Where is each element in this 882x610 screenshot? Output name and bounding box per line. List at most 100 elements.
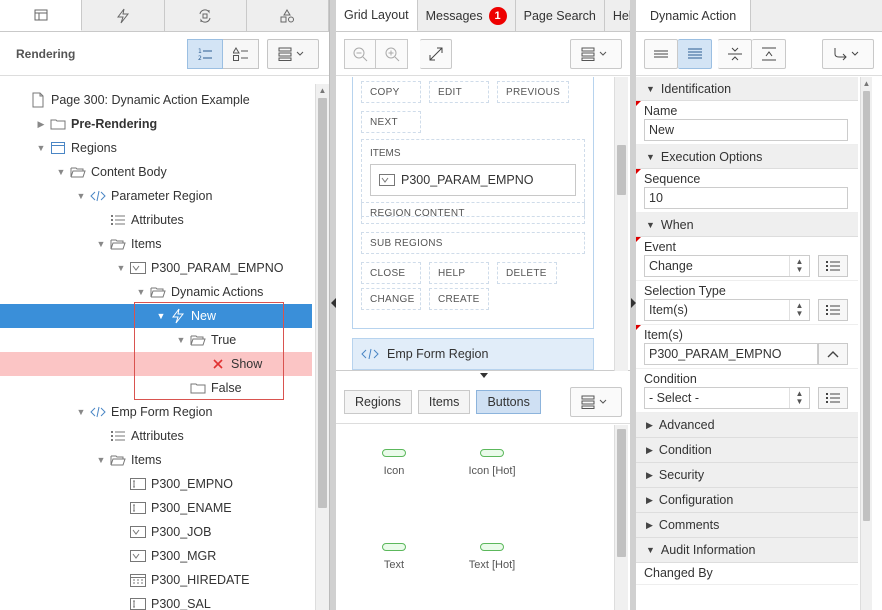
tree-node[interactable]: P300_EMPNO [0, 472, 312, 496]
tree-node[interactable]: P300_JOB [0, 520, 312, 544]
processing-tab[interactable] [165, 0, 247, 31]
grid-layout-canvas[interactable]: COPY EDIT PREVIOUS NEXT ITEMS P300_PARAM… [336, 77, 630, 371]
tree-node[interactable]: P300_SAL [0, 592, 312, 610]
scroll-thumb[interactable] [617, 429, 626, 557]
tree-node[interactable]: Attributes [0, 424, 312, 448]
position-close[interactable]: CLOSE [361, 262, 421, 284]
expand-button[interactable] [420, 38, 452, 69]
shared-components-tab[interactable] [247, 0, 329, 31]
scroll-up-arrow[interactable]: ▲ [861, 77, 872, 91]
position-help[interactable]: HELP [429, 262, 489, 284]
show-common-button[interactable] [644, 38, 678, 69]
tree-node[interactable]: ▼ Items [0, 232, 312, 256]
section-audit-information[interactable]: ▼ Audit Information [636, 538, 858, 563]
emp-form-region-box[interactable]: Emp Form Region [352, 338, 594, 370]
position-sub-regions[interactable]: SUB REGIONS [361, 232, 585, 254]
section-comments[interactable]: ▶ Comments [636, 513, 858, 538]
collapse-caret-icon[interactable]: ▼ [74, 191, 88, 201]
position-change[interactable]: CHANGE [361, 288, 421, 310]
tree-node[interactable]: ▼ New [0, 304, 312, 328]
collapse-caret-icon[interactable]: ▼ [94, 239, 108, 249]
section-identification[interactable]: ▼ Identification [636, 77, 858, 101]
section-execution-options[interactable]: ▼ Execution Options [636, 145, 858, 169]
tree-node[interactable]: ▼ Dynamic Actions [0, 280, 312, 304]
event-select[interactable]: Change ▲ ▼ [644, 255, 810, 277]
collapse-caret-icon[interactable]: ▼ [54, 167, 68, 177]
gallery-menu-button[interactable] [570, 386, 622, 417]
tree-node[interactable]: ▼ P300_PARAM_EMPNO [0, 256, 312, 280]
canvas-scrollbar[interactable] [614, 77, 628, 371]
tree-node[interactable]: False [0, 376, 312, 400]
gallery-regions-button[interactable]: Regions [344, 389, 412, 414]
tree-node[interactable]: ▼ Items [0, 448, 312, 472]
collapse-caret-icon[interactable]: ▼ [154, 311, 168, 321]
tab-help[interactable]: Hel [605, 0, 630, 31]
gallery-text-hot-button[interactable]: Text [Hot] [452, 543, 532, 571]
condition-list-button[interactable] [818, 387, 848, 409]
scroll-thumb[interactable] [617, 145, 626, 195]
tree-node[interactable]: ▼ True [0, 328, 312, 352]
property-scrollbar[interactable]: ▲ [860, 77, 872, 610]
dynamic-actions-tab[interactable] [82, 0, 165, 31]
sequence-input[interactable]: 10 [644, 187, 848, 209]
tree-node[interactable]: ▼ Emp Form Region [0, 400, 312, 424]
tab-page-search[interactable]: Page Search [516, 0, 605, 31]
position-next[interactable]: NEXT [361, 111, 421, 133]
scroll-thumb[interactable] [863, 91, 870, 521]
position-copy[interactable]: COPY [361, 81, 421, 103]
grid-menu-button[interactable] [570, 38, 622, 69]
item-p300-param-empno[interactable]: P300_PARAM_EMPNO [370, 164, 576, 196]
selection-type-select[interactable]: Item(s) ▲ ▼ [644, 299, 810, 321]
gallery-splitter-arrow[interactable] [480, 373, 488, 378]
gallery-icon-hot-button[interactable]: Icon [Hot] [452, 449, 532, 477]
items-input[interactable]: P300_PARAM_EMPNO [644, 343, 818, 365]
items-picker-button[interactable] [818, 343, 848, 365]
tree-node[interactable]: P300_ENAME [0, 496, 312, 520]
collapse-caret-icon[interactable]: ▼ [114, 263, 128, 273]
gallery-items-button[interactable]: Items [417, 389, 471, 414]
name-input[interactable]: New [644, 119, 848, 141]
tree-node[interactable]: ▶ Pre-Rendering [0, 112, 312, 136]
gallery-text-button[interactable]: Text [354, 543, 434, 571]
zoom-in-button[interactable] [376, 38, 408, 69]
tree-node[interactable]: ▼ Regions [0, 136, 312, 160]
scroll-up-arrow[interactable]: ▲ [316, 84, 329, 98]
tree-node[interactable]: Attributes [0, 208, 312, 232]
position-region-content[interactable]: REGION CONTENT [361, 202, 585, 224]
gallery-scrollbar[interactable] [614, 425, 628, 610]
group-by-type-button[interactable] [223, 38, 259, 69]
group-by-component-button[interactable]: 12 [187, 38, 223, 69]
section-condition[interactable]: ▶ Condition [636, 438, 858, 463]
collapse-caret-icon[interactable]: ▼ [134, 287, 148, 297]
parameter-region-box[interactable]: COPY EDIT PREVIOUS NEXT ITEMS P300_PARAM… [352, 77, 594, 329]
section-when[interactable]: ▼ When [636, 213, 858, 237]
tree-scrollbar[interactable]: ▲ [315, 84, 329, 610]
tree-node[interactable]: Page 300: Dynamic Action Example [0, 88, 312, 112]
position-edit[interactable]: EDIT [429, 81, 489, 103]
selection-type-list-button[interactable] [818, 299, 848, 321]
condition-select[interactable]: - Select - ▲ ▼ [644, 387, 810, 409]
scroll-thumb[interactable] [318, 98, 327, 508]
gallery-icon-button[interactable]: Icon [354, 449, 434, 477]
event-list-button[interactable] [818, 255, 848, 277]
collapse-caret-icon[interactable]: ▼ [174, 335, 188, 345]
collapse-caret-icon[interactable]: ▼ [34, 143, 48, 153]
rendering-menu-button[interactable] [267, 38, 319, 69]
show-all-button[interactable] [678, 38, 712, 69]
section-advanced[interactable]: ▶ Advanced [636, 413, 858, 438]
collapse-all-button[interactable] [718, 38, 752, 69]
tree-node[interactable]: P300_MGR [0, 544, 312, 568]
section-configuration[interactable]: ▶ Configuration [636, 488, 858, 513]
go-to-group-button[interactable] [822, 38, 874, 69]
tab-grid-layout[interactable]: Grid Layout [336, 0, 418, 31]
zoom-out-button[interactable] [344, 38, 376, 69]
position-create[interactable]: CREATE [429, 288, 489, 310]
tree-node[interactable]: Show [0, 352, 312, 376]
collapse-caret-icon[interactable]: ▼ [74, 407, 88, 417]
tree-node[interactable]: ▼ Content Body [0, 160, 312, 184]
tab-dynamic-action[interactable]: Dynamic Action [636, 0, 752, 31]
expand-all-button[interactable] [752, 38, 786, 69]
expand-caret-icon[interactable]: ▶ [34, 119, 48, 130]
section-security[interactable]: ▶ Security [636, 463, 858, 488]
tab-messages[interactable]: Messages 1 [418, 0, 516, 31]
